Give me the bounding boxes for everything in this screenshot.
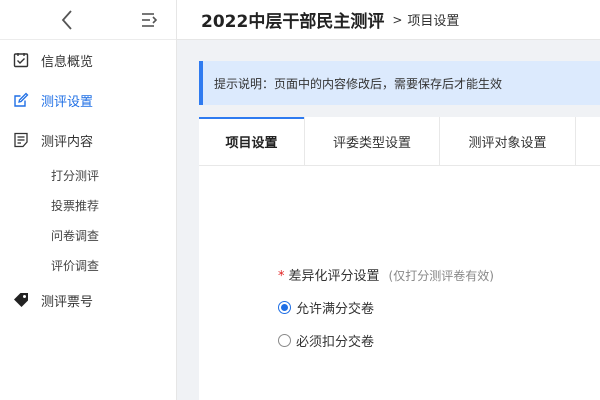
tab-label: 测评对象设置 (468, 136, 547, 151)
document-list-icon (12, 131, 30, 149)
sidebar-subitem-evaluation-survey[interactable]: 评价调查 (0, 250, 176, 280)
tab-bar: 项目设置 评委类型设置 测评对象设置 (199, 117, 600, 167)
sidebar-subitem-label: 评价调查 (51, 258, 100, 273)
radio-label: 允许满分交卷 (296, 302, 375, 317)
sidebar-item-evaluation-settings[interactable]: 测评设置 (0, 80, 176, 120)
page-header: 2022中层干部民主测评 > 项目设置 (177, 0, 600, 40)
sidebar-item-label: 信息概览 (41, 54, 94, 70)
breadcrumb-separator: > (392, 12, 403, 27)
tab-project-settings[interactable]: 项目设置 (199, 117, 305, 167)
sidebar-top-bar (0, 0, 176, 40)
back-chevron-icon[interactable] (58, 8, 78, 32)
sidebar-item-label: 测评内容 (41, 134, 94, 150)
radio-label: 必须扣分交卷 (296, 335, 375, 350)
notice-banner: 提示说明：页面中的内容修改后，需要保存后才能生效 (199, 61, 600, 105)
notice-text: 提示说明：页面中的内容修改后，需要保存后才能生效 (214, 76, 503, 91)
required-mark: * (278, 269, 285, 284)
page-title: 2022中层干部民主测评 (201, 12, 385, 32)
radio-button-checked[interactable] (278, 301, 291, 314)
breadcrumb: 项目设置 (407, 14, 460, 29)
sidebar-subitem-label: 问卷调查 (51, 228, 100, 243)
sidebar-subitem-questionnaire[interactable]: 问卷调查 (0, 220, 176, 250)
sidebar-subitem-label: 打分测评 (51, 168, 100, 183)
radio-button-unchecked[interactable] (278, 334, 291, 347)
field-label-text: 差异化评分设置 (288, 269, 380, 284)
sidebar-item-evaluation-content[interactable]: 测评内容 (0, 120, 176, 160)
checklist-icon (12, 51, 30, 69)
tab-label: 评委类型设置 (332, 136, 411, 151)
collapse-menu-icon[interactable] (140, 10, 160, 30)
sidebar-subitem-voting[interactable]: 投票推荐 (0, 190, 176, 220)
sidebar: 信息概览 测评设置 测评内容 打分测评 投票推荐 问卷调查 评价调查 测评票号 (0, 0, 177, 400)
field-hint: (仅打分测评卷有效) (388, 269, 494, 283)
sidebar-item-ticket-numbers[interactable]: 测评票号 (0, 280, 176, 320)
sidebar-subitem-scoring[interactable]: 打分测评 (0, 160, 176, 190)
edit-icon (12, 91, 30, 109)
sidebar-nav: 信息概览 测评设置 测评内容 打分测评 投票推荐 问卷调查 评价调查 测评票号 (0, 40, 176, 320)
differential-scoring-label: * 差异化评分设置 (仅打分测评卷有效) (278, 265, 494, 284)
tag-icon (12, 291, 30, 309)
sidebar-item-overview[interactable]: 信息概览 (0, 40, 176, 80)
settings-panel: 项目设置 评委类型设置 测评对象设置 * 差异化评分设置 (仅打分测评卷有效) … (199, 117, 600, 400)
radio-require-deduction[interactable]: 必须扣分交卷 (278, 331, 494, 350)
sidebar-item-label: 测评票号 (41, 294, 94, 310)
sidebar-item-label: 测评设置 (41, 94, 94, 110)
differential-scoring-form: * 差异化评分设置 (仅打分测评卷有效) 允许满分交卷 必须扣分交卷 (278, 265, 494, 350)
tab-label: 项目设置 (225, 136, 278, 151)
tab-target-settings[interactable]: 测评对象设置 (440, 117, 576, 166)
radio-allow-full-score[interactable]: 允许满分交卷 (278, 298, 494, 317)
sidebar-subitem-label: 投票推荐 (51, 198, 100, 213)
tab-judge-type-settings[interactable]: 评委类型设置 (305, 117, 440, 166)
